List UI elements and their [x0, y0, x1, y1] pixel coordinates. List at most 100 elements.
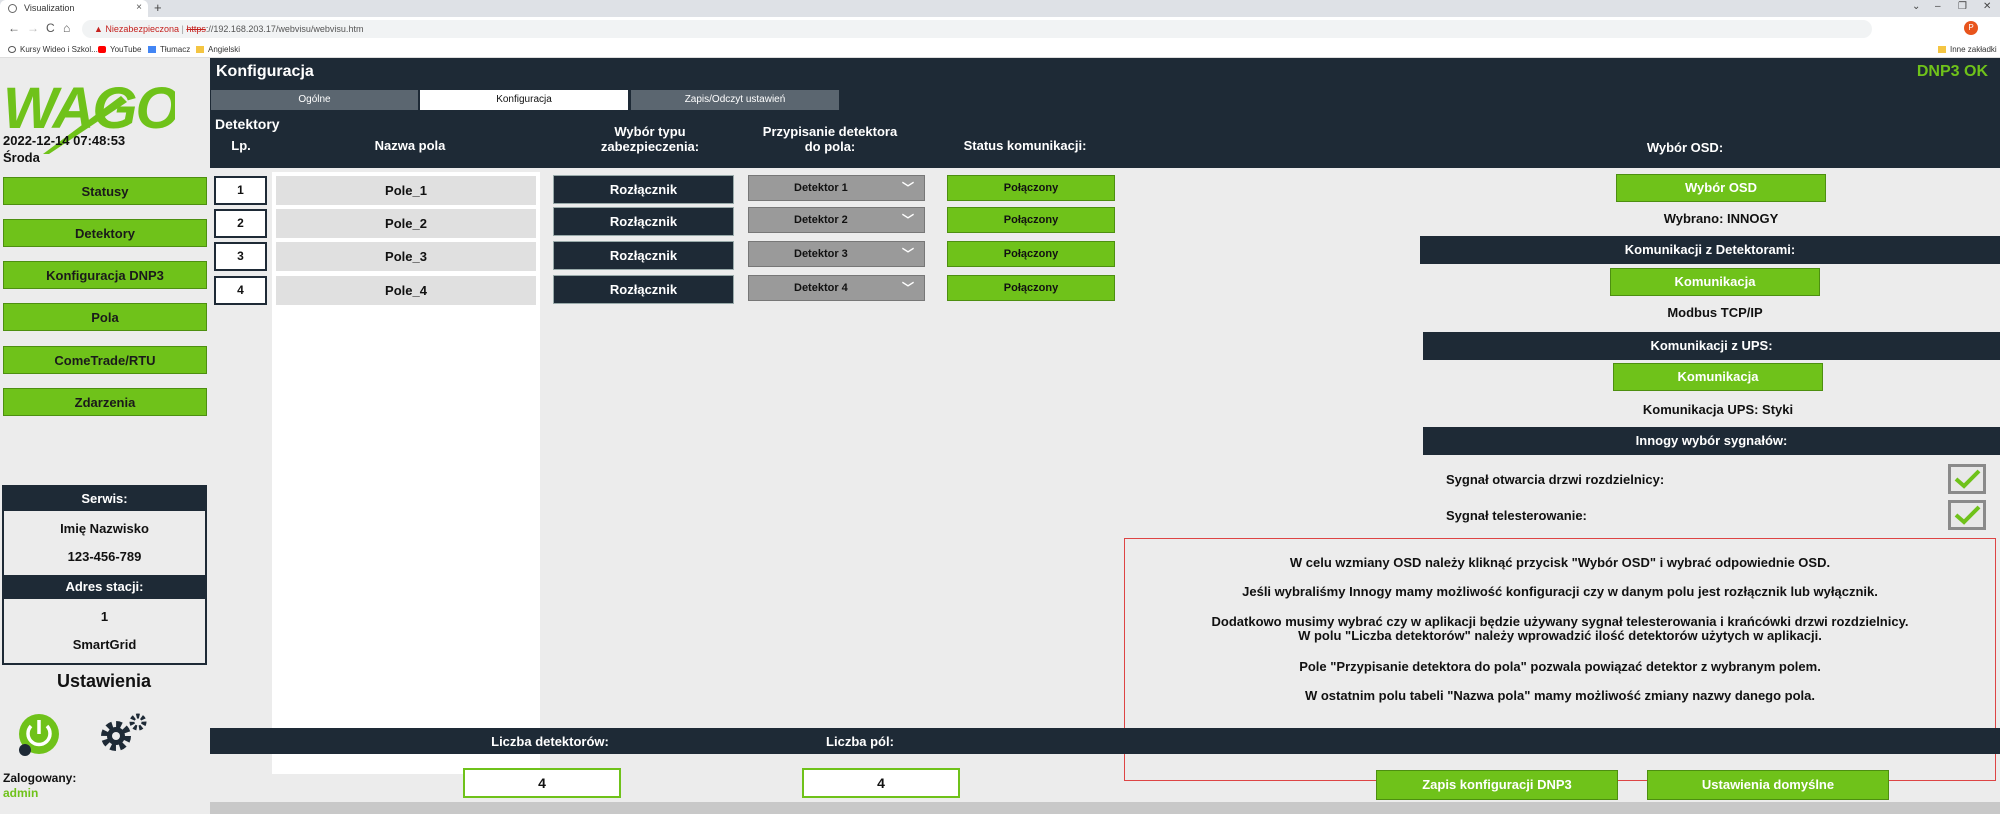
nav-detektory[interactable]: Detektory [3, 219, 207, 247]
det-count-input[interactable]: 4 [463, 768, 621, 798]
row-lp: 4 [214, 276, 267, 305]
signal-door-checkbox[interactable] [1948, 464, 1986, 494]
nav-statusy[interactable]: Statusy [3, 177, 207, 205]
detectors-header: Detektory Lp. Nazwa pola Wybór typu zabe… [210, 112, 2000, 168]
protection-type-button[interactable]: Rozłącznik [553, 175, 734, 204]
status-badge: Połączony [947, 241, 1115, 267]
dnp3-status: DNP3 OK [1916, 63, 1988, 80]
detector-select[interactable]: Detektor 2 ﹀ [748, 207, 925, 233]
settings-title: Ustawienia [56, 671, 152, 691]
status-badge: Połączony [947, 175, 1115, 201]
tab-zapis-odczyt[interactable]: Zapis/Odczyt ustawień [631, 90, 839, 110]
field-count-input[interactable]: 4 [802, 768, 960, 798]
other-bookmarks[interactable]: Inne zakładki [1938, 45, 1997, 54]
station-name: SmartGrid [72, 637, 137, 652]
protection-type-button[interactable]: Rozłącznik [553, 241, 734, 270]
bookmark-item[interactable]: Kursy Wideo i Szkol... [8, 45, 98, 54]
field-name-input[interactable]: Pole_2 [276, 209, 536, 238]
warning-icon: ▲ [94, 24, 106, 34]
station-header: Adres stacji: [4, 575, 205, 599]
section-title: Detektory [215, 116, 280, 132]
logged-user: admin [3, 786, 39, 800]
gear-icon[interactable] [98, 710, 150, 754]
back-button[interactable]: ← [8, 21, 20, 35]
signals-header: Innogy wybór sygnałów: [1423, 427, 2000, 455]
address-bar-row: ← → C ⌂ ▲ Niezabezpieczona | https://192… [0, 17, 2000, 41]
browser-tab[interactable]: Visualization × [0, 0, 148, 17]
nav-pola[interactable]: Pola [3, 303, 207, 331]
security-warning: Niezabezpieczona [105, 24, 179, 34]
info-line: Pole "Przypisanie detektora do pola" poz… [1299, 659, 1821, 674]
save-config-button[interactable]: Zapis konfiguracji DNP3 [1376, 770, 1618, 800]
detector-select[interactable]: Detektor 3 ﹀ [748, 241, 925, 267]
new-tab-button[interactable]: + [150, 0, 166, 15]
url-input[interactable]: ▲ Niezabezpieczona | https://192.168.203… [82, 20, 1872, 38]
field-name-input[interactable]: Pole_1 [276, 176, 536, 205]
col-lp: Lp. [231, 138, 251, 153]
reload-button[interactable]: C [46, 21, 55, 35]
ups-comm-button[interactable]: Komunikacja [1613, 363, 1823, 391]
tab-ogolne[interactable]: Ogólne [211, 90, 418, 110]
bottom-header: Liczba detektorów: Liczba pól: [210, 728, 2000, 754]
restore-button[interactable]: ❐ [1958, 1, 1967, 12]
osd-selected: Wybrano: INNOGY [1663, 211, 1779, 226]
osd-title: Wybór OSD: [1646, 140, 1724, 155]
det-comm-value: Modbus TCP/IP [1667, 305, 1763, 320]
tab-search-icon[interactable]: ⌄ [1912, 1, 1920, 12]
field-count-label: Liczba pól: [826, 734, 894, 749]
bookmark-translate[interactable]: Tłumacz [148, 45, 190, 54]
bottom-strip [210, 802, 2000, 814]
close-tab-icon[interactable]: × [136, 2, 142, 13]
det-comm-header: Komunikacji z Detektorami: [1420, 236, 2000, 264]
det-comm-button[interactable]: Komunikacja [1610, 268, 1820, 296]
ups-comm-value: Komunikacja UPS: Styki [1642, 402, 1794, 417]
url-text: ://192.168.203.17/webvisu/webvisu.htm [205, 24, 364, 34]
weekday: Środa [3, 150, 40, 165]
home-button[interactable]: ⌂ [63, 21, 70, 35]
folder-icon [1938, 46, 1946, 53]
service-name: Imię Nazwisko [60, 521, 149, 536]
defaults-button[interactable]: Ustawienia domyślne [1647, 770, 1889, 800]
datetime: 2022-12-14 07:48:53 [3, 133, 126, 148]
forward-button[interactable]: → [27, 21, 39, 35]
browser-tabstrip: Visualization × + ⌄ – ❐ ✕ [0, 0, 2000, 17]
info-line: W ostatnim polu tabeli "Nazwa pola" mamy… [1304, 688, 1816, 703]
field-name-input[interactable]: Pole_4 [276, 276, 536, 305]
bookmark-youtube[interactable]: YouTube [98, 45, 141, 54]
svg-text:WAGO: WAGO [3, 76, 175, 141]
field-name-input[interactable]: Pole_3 [276, 242, 536, 271]
bookmarks-bar: Kursy Wideo i Szkol... YouTube Tłumacz A… [0, 41, 2000, 58]
tabs-bar: Ogólne Konfiguracja Zapis/Odczyt ustawie… [210, 88, 2000, 112]
power-icon[interactable] [17, 712, 61, 756]
detector-select[interactable]: Detektor 1 ﹀ [748, 175, 925, 201]
profile-avatar[interactable]: P [1964, 21, 1978, 35]
minimize-button[interactable]: – [1935, 1, 1941, 12]
osd-select-button[interactable]: Wybór OSD [1616, 174, 1826, 202]
nav-cometrade-rtu[interactable]: ComeTrade/RTU [3, 346, 207, 374]
col-status: Status komunikacji: [963, 138, 1087, 153]
col-type: Wybór typu zabezpieczenia: [600, 124, 700, 154]
status-badge: Połączony [947, 207, 1115, 233]
chevron-down-icon: ﹀ [901, 281, 914, 295]
url-protocol: https [186, 24, 206, 34]
info-line: Dodatkowo musimy wybrać czy w aplikacji … [1211, 614, 1909, 629]
protection-type-button[interactable]: Rozłącznik [553, 207, 734, 236]
tab-konfiguracja[interactable]: Konfiguracja [420, 90, 628, 110]
nav-zdarzenia[interactable]: Zdarzenia [3, 388, 207, 416]
row-lp: 3 [214, 242, 267, 271]
detector-select[interactable]: Detektor 4 ﹀ [748, 275, 925, 301]
checkmark-icon [1954, 469, 1981, 489]
row-lp: 2 [214, 209, 267, 238]
status-badge: Połączony [947, 275, 1115, 301]
service-phone: 123-456-789 [67, 549, 142, 564]
youtube-icon [98, 46, 106, 53]
close-window-button[interactable]: ✕ [1983, 1, 1991, 12]
station-number: 1 [100, 609, 109, 624]
protection-type-button[interactable]: Rozłącznik [553, 275, 734, 304]
sidebar: WAGO 2022-12-14 07:48:53 Środa Statusy D… [0, 58, 208, 814]
bookmark-folder[interactable]: Angielski [196, 45, 240, 54]
info-line: W polu "Liczba detektorów" należy wprowa… [1298, 628, 1822, 643]
signal-telecontrol-checkbox[interactable] [1948, 500, 1986, 530]
ups-comm-header: Komunikacji z UPS: [1423, 332, 2000, 360]
nav-konfiguracja-dnp3[interactable]: Konfiguracja DNP3 [3, 261, 207, 289]
